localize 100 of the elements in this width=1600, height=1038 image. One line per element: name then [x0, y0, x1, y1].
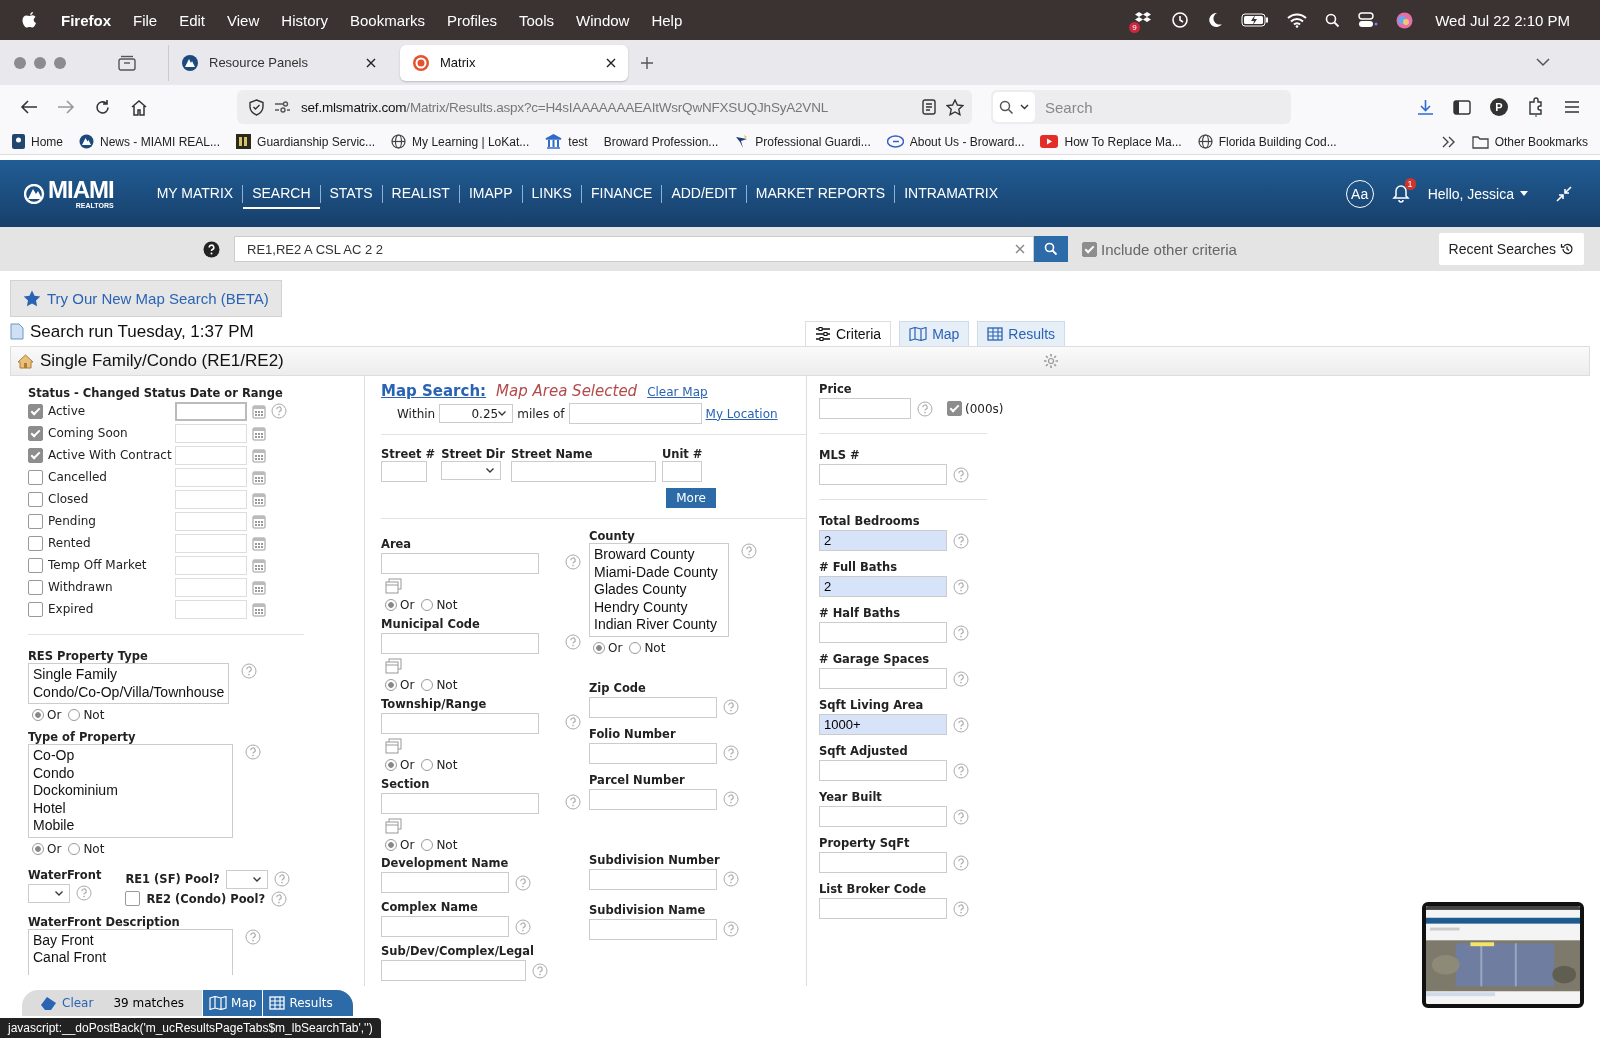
- text-field[interactable]: [819, 898, 947, 919]
- text-field[interactable]: [589, 696, 717, 718]
- map-search-beta-button[interactable]: Try Our New Map Search (BETA): [10, 280, 282, 317]
- list-option[interactable]: Broward County: [594, 546, 724, 564]
- zoom-window-button[interactable]: [54, 56, 66, 69]
- bookmark[interactable]: My Learning | LoKat...: [391, 134, 530, 149]
- permissions-icon[interactable]: [274, 100, 291, 114]
- list-option[interactable]: Mobile: [33, 817, 228, 835]
- list-option[interactable]: Bay Front: [33, 931, 228, 949]
- list-option[interactable]: Dockominium: [33, 782, 228, 800]
- text-field[interactable]: [381, 633, 539, 654]
- star-icon[interactable]: [946, 98, 964, 116]
- more-button[interactable]: More: [666, 488, 716, 508]
- reader-view-icon[interactable]: [922, 99, 936, 115]
- calendar-icon[interactable]: [252, 469, 266, 485]
- copy-icon[interactable]: [385, 578, 402, 594]
- menu-item[interactable]: Help: [651, 11, 683, 29]
- date-field[interactable]: [175, 467, 247, 487]
- text-field[interactable]: [381, 713, 539, 734]
- list-option[interactable]: Condo: [33, 764, 228, 782]
- calendar-icon[interactable]: [252, 601, 266, 617]
- quick-search-field[interactable]: RE1,RE2 A CSL AC 2 2: [234, 236, 1034, 262]
- list-box[interactable]: Single Family Condo/Co-Op/Villa/Townhouse: [28, 663, 230, 704]
- calendar-icon[interactable]: [252, 403, 266, 419]
- checkbox[interactable]: [1082, 241, 1097, 257]
- list-option[interactable]: Hendry County: [594, 598, 724, 616]
- dropdown[interactable]: [441, 461, 502, 480]
- nav-tab[interactable]: SEARCH: [243, 178, 320, 209]
- checkbox[interactable]: [28, 403, 43, 419]
- text-field[interactable]: [589, 868, 717, 890]
- collapse-icon[interactable]: [1556, 185, 1572, 202]
- bookmark[interactable]: Professional Guardi...: [734, 134, 871, 149]
- bookmark[interactable]: How To Replace Ma...: [1040, 134, 1182, 149]
- radio-button[interactable]: [385, 759, 397, 771]
- nav-tab[interactable]: INTRAMATRIX: [895, 178, 1008, 209]
- radio-button[interactable]: [385, 599, 397, 611]
- copy-icon[interactable]: [385, 738, 402, 754]
- search-field[interactable]: Search: [991, 90, 1291, 124]
- checkbox[interactable]: [28, 513, 43, 529]
- view-tab[interactable]: Map: [899, 321, 970, 346]
- search-button[interactable]: [1034, 236, 1068, 262]
- control-center-icon[interactable]: [1358, 12, 1379, 28]
- search-icon[interactable]: [1325, 12, 1341, 28]
- list-option[interactable]: Single Family: [33, 666, 225, 684]
- radio-button[interactable]: [593, 641, 605, 654]
- list-option[interactable]: Condo/Co-Op/Villa/Townhouse: [33, 683, 225, 701]
- bookmark[interactable]: News - MIAMI REAL...: [79, 134, 221, 149]
- address-bar[interactable]: sef.mlsmatrix.com/Matrix/Results.aspx?c=H4sIAAAAAAAEAItWsrQwNFXSUQJhSyA2VNL: [237, 90, 972, 124]
- list-option[interactable]: Co-Op: [33, 747, 228, 765]
- bell-icon[interactable]: [1391, 184, 1410, 203]
- radio-button[interactable]: [421, 759, 434, 771]
- menu-icon[interactable]: [1564, 100, 1580, 114]
- checkbox[interactable]: [28, 579, 43, 595]
- forward-icon[interactable]: [57, 99, 75, 115]
- user-menu[interactable]: Hello, Jessica: [1427, 185, 1528, 202]
- distance-dropdown[interactable]: 0.25: [439, 404, 514, 423]
- copy-icon[interactable]: [385, 818, 402, 834]
- checkbox[interactable]: [28, 535, 43, 551]
- wifi-icon[interactable]: [1287, 12, 1308, 28]
- text-field[interactable]: [510, 461, 656, 482]
- text-field[interactable]: [381, 553, 539, 574]
- list-option[interactable]: Canal Front: [33, 949, 228, 967]
- text-field[interactable]: [819, 668, 947, 689]
- battery-icon[interactable]: [1241, 13, 1270, 27]
- calendar-icon[interactable]: [252, 425, 266, 441]
- bookmark[interactable]: Broward Profession...: [603, 134, 719, 149]
- map-button[interactable]: Map: [202, 990, 263, 1016]
- calendar-icon[interactable]: [252, 513, 266, 529]
- checkbox[interactable]: [28, 425, 43, 441]
- menu-item[interactable]: Tools: [519, 11, 555, 29]
- date-field[interactable]: [175, 577, 247, 597]
- clear-button[interactable]: Clear: [22, 995, 108, 1011]
- reload-icon[interactable]: [94, 98, 111, 116]
- recent-searches-button[interactable]: Recent Searches: [1438, 233, 1584, 265]
- apple-icon[interactable]: [22, 11, 37, 29]
- profile-avatar[interactable]: P: [1490, 98, 1508, 116]
- checkbox[interactable]: [28, 469, 43, 485]
- text-field[interactable]: [819, 806, 947, 827]
- menu-item[interactable]: Bookmarks: [349, 11, 425, 29]
- text-field[interactable]: 1000+: [819, 714, 947, 735]
- extensions-icon[interactable]: [1527, 97, 1545, 117]
- date-field[interactable]: [175, 423, 247, 443]
- checkbox[interactable]: [947, 401, 962, 416]
- radio-button[interactable]: [68, 709, 81, 721]
- view-tab[interactable]: Criteria: [805, 321, 892, 346]
- search-input[interactable]: Search: [1043, 97, 1267, 117]
- radio-button[interactable]: [32, 842, 44, 855]
- radio-button[interactable]: [385, 679, 397, 691]
- browser-tab[interactable]: Matrix: [400, 44, 628, 81]
- map-search-link[interactable]: Map Search:: [381, 382, 487, 400]
- menu-item[interactable]: Window: [576, 11, 630, 29]
- home-icon[interactable]: [130, 98, 148, 116]
- text-field[interactable]: [381, 916, 509, 937]
- help-icon[interactable]: [203, 240, 220, 258]
- calendar-icon[interactable]: [252, 557, 266, 573]
- bookmark[interactable]: About Us - Broward...: [886, 134, 1025, 149]
- nav-tab[interactable]: REALIST: [382, 178, 459, 209]
- date-field[interactable]: [175, 511, 247, 531]
- date-field[interactable]: [175, 445, 247, 465]
- clear-map-link[interactable]: Clear Map: [647, 385, 708, 399]
